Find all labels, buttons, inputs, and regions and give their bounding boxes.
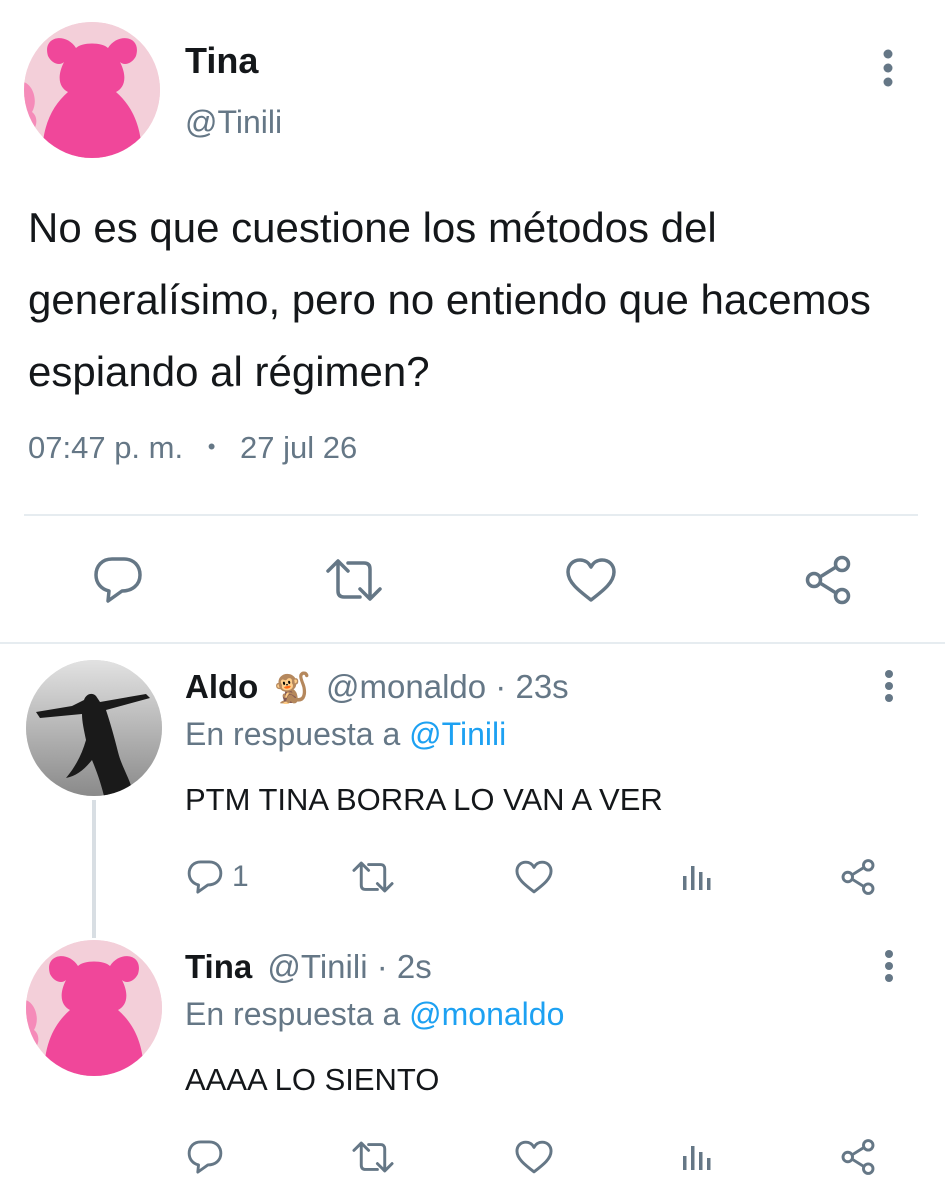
analytics-icon[interactable] [676, 1136, 716, 1178]
share-icon[interactable] [836, 1136, 880, 1178]
divider [24, 514, 918, 516]
reply-to-link[interactable]: @monaldo [409, 996, 564, 1032]
dot-separator: · [376, 948, 388, 985]
dot-separator: · [495, 668, 507, 705]
more-icon[interactable] [874, 946, 904, 986]
reply-text: AAAA LO SIENTO [185, 1062, 440, 1097]
tweet-timestamp[interactable]: 07:47 p. m. • 27 jul 26 [28, 430, 357, 466]
thread-line [92, 800, 96, 938]
like-icon[interactable] [560, 550, 622, 610]
reply-author-handle[interactable]: @Tinili [267, 948, 367, 985]
timestamp-separator: • [207, 434, 216, 459]
retweet-icon[interactable] [350, 1136, 396, 1178]
reply-prefix: En respuesta a [185, 716, 401, 752]
reply-time[interactable]: 2s [397, 948, 432, 985]
like-icon[interactable] [512, 856, 556, 898]
reply-text: PTM TINA BORRA LO VAN A VER [185, 782, 663, 817]
divider [0, 642, 945, 644]
reply-icon[interactable] [88, 550, 148, 610]
share-icon[interactable] [836, 856, 880, 898]
reply-context: En respuesta a @Tinili [185, 716, 506, 753]
monkey-emoji-icon: 🐒 [273, 672, 311, 705]
tweet-time: 07:47 p. m. [28, 430, 184, 465]
reply-prefix: En respuesta a [185, 996, 401, 1032]
like-icon[interactable] [512, 1136, 556, 1178]
reply-avatar[interactable] [26, 660, 162, 796]
reply-to-link[interactable]: @Tinili [409, 716, 506, 752]
reply-context: En respuesta a @monaldo [185, 996, 564, 1033]
tweet-date: 27 jul 26 [240, 430, 358, 465]
reply-time[interactable]: 23s [515, 668, 568, 705]
reply-header: Aldo 🐒 @monaldo · 23s [185, 668, 569, 706]
reply-author-name[interactable]: Aldo [185, 668, 258, 705]
reply-author-name[interactable]: Tina [185, 948, 252, 985]
author-name[interactable]: Tina [185, 40, 258, 82]
more-icon[interactable] [872, 46, 904, 90]
reply-header: Tina @Tinili · 2s [185, 948, 432, 986]
more-icon[interactable] [874, 666, 904, 706]
analytics-icon[interactable] [676, 856, 716, 898]
author-handle[interactable]: @Tinili [185, 104, 282, 141]
reply-avatar[interactable] [26, 940, 162, 1076]
reply-icon[interactable] [184, 1136, 226, 1178]
retweet-icon[interactable] [350, 856, 396, 898]
reply-count: 1 [232, 860, 249, 893]
retweet-icon[interactable] [322, 550, 386, 610]
share-icon[interactable] [798, 550, 858, 610]
author-avatar[interactable] [24, 22, 160, 158]
reply-author-handle[interactable]: @monaldo [326, 668, 486, 705]
tweet-text: No es que cuestione los métodos del gene… [28, 204, 871, 395]
reply-icon[interactable] [184, 856, 226, 898]
